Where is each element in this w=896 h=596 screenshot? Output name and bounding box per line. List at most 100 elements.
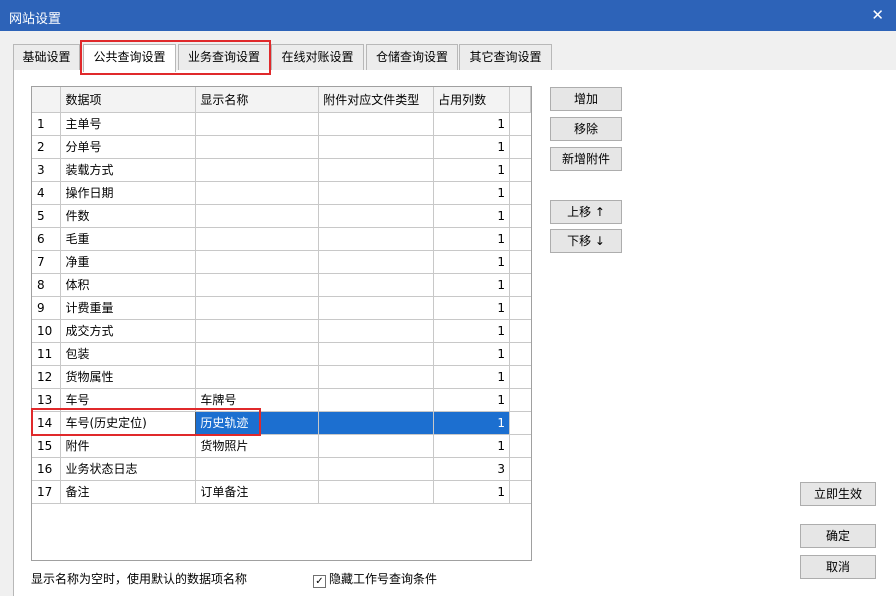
cancel-button[interactable]: 取消	[800, 555, 876, 579]
table-row[interactable]: 10 成交方式 1	[32, 319, 531, 343]
cell-attachment-type[interactable]	[318, 388, 435, 412]
cell-item[interactable]: 业务状态日志	[60, 457, 197, 481]
table-row[interactable]: 1 主单号 1	[32, 112, 531, 136]
cell-item[interactable]: 包装	[60, 342, 197, 366]
hide-job-number-checkbox[interactable]: ✓ 隐藏工作号查询条件	[313, 570, 437, 588]
cell-display-name[interactable]	[195, 273, 320, 297]
tab-public-query[interactable]: 公共查询设置	[83, 44, 176, 72]
close-icon[interactable]: ✕	[871, 6, 884, 24]
table-row[interactable]: 8 体积 1	[32, 273, 531, 297]
data-grid[interactable]: 数据项 显示名称 附件对应文件类型 占用列数 1 主单号 1 2 分单号 1 3 装载方式 1 4…	[31, 86, 532, 561]
table-row[interactable]: 16 业务状态日志 3	[32, 457, 531, 481]
cell-display-name[interactable]	[195, 296, 320, 320]
cell-attachment-type[interactable]	[318, 365, 435, 389]
cell-display-name[interactable]: 历史轨迹	[195, 411, 320, 435]
cell-item[interactable]: 分单号	[60, 135, 197, 159]
cell-item[interactable]: 件数	[60, 204, 197, 228]
cell-attachment-type[interactable]	[318, 112, 435, 136]
cell-column-span[interactable]: 1	[433, 411, 510, 435]
cell-item[interactable]: 计费重量	[60, 296, 197, 320]
cell-item[interactable]: 操作日期	[60, 181, 197, 205]
cell-display-name[interactable]	[195, 365, 320, 389]
table-row[interactable]: 6 毛重 1	[32, 227, 531, 251]
add-button[interactable]: 增加	[550, 87, 622, 111]
add-attachment-button[interactable]: 新增附件	[550, 147, 622, 171]
ok-button[interactable]: 确定	[800, 524, 876, 548]
cell-column-span[interactable]: 1	[433, 319, 510, 343]
tab-other-query[interactable]: 其它查询设置	[459, 44, 552, 70]
cell-column-span[interactable]: 1	[433, 158, 510, 182]
cell-column-span[interactable]: 1	[433, 250, 510, 274]
remove-button[interactable]: 移除	[550, 117, 622, 141]
cell-attachment-type[interactable]	[318, 480, 435, 504]
cell-attachment-type[interactable]	[318, 273, 435, 297]
cell-column-span[interactable]: 1	[433, 388, 510, 412]
cell-column-span[interactable]: 3	[433, 457, 510, 481]
cell-display-name[interactable]	[195, 112, 320, 136]
cell-attachment-type[interactable]	[318, 342, 435, 366]
tab-online-reconcile[interactable]: 在线对账设置	[271, 44, 364, 70]
cell-item[interactable]: 货物属性	[60, 365, 197, 389]
header-column-span[interactable]: 占用列数	[433, 87, 510, 113]
cell-display-name[interactable]	[195, 250, 320, 274]
header-display-name[interactable]: 显示名称	[195, 87, 320, 113]
cell-column-span[interactable]: 1	[433, 112, 510, 136]
cell-attachment-type[interactable]	[318, 296, 435, 320]
table-row[interactable]: 7 净重 1	[32, 250, 531, 274]
table-row[interactable]: 15 附件 货物照片 1	[32, 434, 531, 458]
cell-display-name[interactable]	[195, 457, 320, 481]
header-attachment-type[interactable]: 附件对应文件类型	[318, 87, 435, 113]
cell-display-name[interactable]: 车牌号	[195, 388, 320, 412]
cell-attachment-type[interactable]	[318, 135, 435, 159]
cell-item[interactable]: 主单号	[60, 112, 197, 136]
cell-attachment-type[interactable]	[318, 158, 435, 182]
table-row[interactable]: 17 备注 订单备注 1	[32, 480, 531, 504]
cell-column-span[interactable]: 1	[433, 296, 510, 320]
cell-item[interactable]: 车号	[60, 388, 197, 412]
cell-attachment-type[interactable]	[318, 319, 435, 343]
table-row[interactable]: 12 货物属性 1	[32, 365, 531, 389]
cell-column-span[interactable]: 1	[433, 365, 510, 389]
cell-display-name[interactable]	[195, 135, 320, 159]
cell-display-name[interactable]	[195, 319, 320, 343]
table-row[interactable]: 5 件数 1	[32, 204, 531, 228]
cell-column-span[interactable]: 1	[433, 480, 510, 504]
table-row[interactable]: 3 装载方式 1	[32, 158, 531, 182]
table-row[interactable]: 4 操作日期 1	[32, 181, 531, 205]
tab-basic[interactable]: 基础设置	[13, 44, 80, 70]
tab-business-query[interactable]: 业务查询设置	[178, 44, 270, 70]
apply-now-button[interactable]: 立即生效	[800, 482, 876, 506]
cell-column-span[interactable]: 1	[433, 204, 510, 228]
table-row[interactable]: 2 分单号 1	[32, 135, 531, 159]
cell-column-span[interactable]: 1	[433, 181, 510, 205]
cell-attachment-type[interactable]	[318, 434, 435, 458]
move-down-button[interactable]: 下移 ↓	[550, 229, 622, 253]
cell-attachment-type[interactable]	[318, 227, 435, 251]
cell-item[interactable]: 体积	[60, 273, 197, 297]
cell-display-name[interactable]	[195, 158, 320, 182]
cell-column-span[interactable]: 1	[433, 342, 510, 366]
cell-display-name[interactable]: 货物照片	[195, 434, 320, 458]
cell-item[interactable]: 附件	[60, 434, 197, 458]
cell-attachment-type[interactable]	[318, 204, 435, 228]
cell-display-name[interactable]	[195, 181, 320, 205]
cell-attachment-type[interactable]	[318, 181, 435, 205]
header-item[interactable]: 数据项	[60, 87, 197, 113]
cell-item[interactable]: 毛重	[60, 227, 197, 251]
cell-column-span[interactable]: 1	[433, 135, 510, 159]
tab-warehouse-query[interactable]: 仓储查询设置	[366, 44, 458, 70]
table-row[interactable]: 11 包装 1	[32, 342, 531, 366]
move-up-button[interactable]: 上移 ↑	[550, 200, 622, 224]
cell-column-span[interactable]: 1	[433, 273, 510, 297]
table-row[interactable]: 14 车号(历史定位) 历史轨迹 1	[32, 410, 531, 435]
cell-item[interactable]: 净重	[60, 250, 197, 274]
cell-column-span[interactable]: 1	[433, 227, 510, 251]
cell-item[interactable]: 装载方式	[60, 158, 197, 182]
cell-display-name[interactable]	[195, 204, 320, 228]
checkbox-box[interactable]: ✓	[313, 575, 326, 588]
cell-item[interactable]: 车号(历史定位)	[60, 410, 197, 435]
cell-item[interactable]: 备注	[60, 480, 197, 504]
table-row[interactable]: 13 车号 车牌号 1	[32, 388, 531, 412]
cell-display-name[interactable]: 订单备注	[195, 480, 320, 504]
cell-display-name[interactable]	[195, 342, 320, 366]
